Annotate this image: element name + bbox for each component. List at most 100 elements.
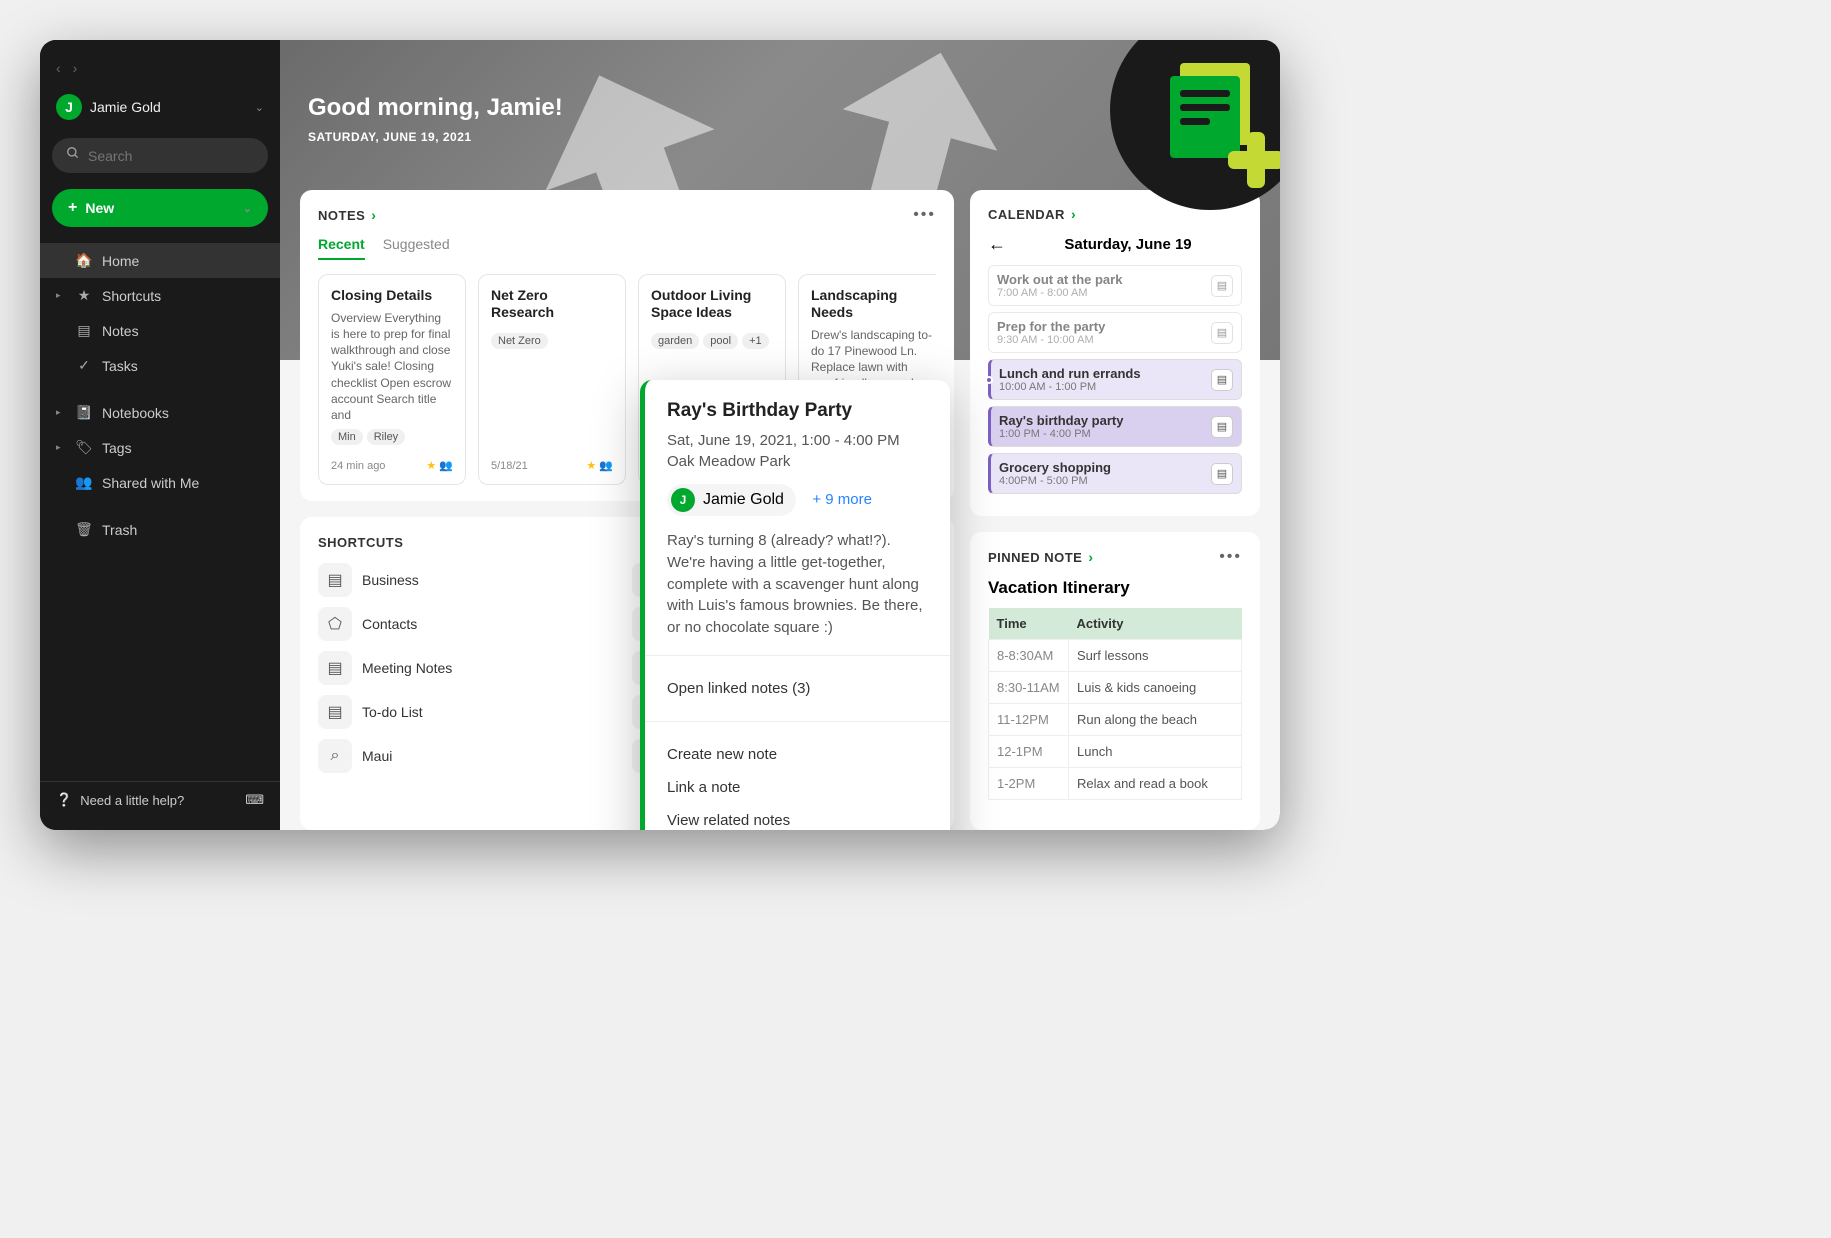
cell-activity: Surf lessons [1069, 640, 1242, 672]
note-link-icon[interactable]: ▤ [1211, 322, 1233, 344]
panel-title: PINNED NOTE [988, 550, 1082, 565]
calendar-event[interactable]: Lunch and run errands10:00 AM - 1:00 PM▤ [988, 359, 1242, 400]
sidebar-item-label: Home [102, 253, 139, 269]
table-row: 8:30-11AMLuis & kids canoeing [989, 672, 1242, 704]
chevron-right-icon[interactable]: › [1071, 206, 1076, 222]
more-attendees[interactable]: + 9 more [812, 491, 872, 508]
sidebar-item-shared[interactable]: 👥Shared with Me [40, 465, 280, 500]
user-menu[interactable]: J Jamie Gold ⌄ [40, 84, 280, 130]
note-link-icon[interactable]: ▤ [1211, 416, 1233, 438]
help-label: Need a little help? [80, 793, 184, 808]
tab-suggested[interactable]: Suggested [383, 236, 450, 260]
note-body [491, 355, 613, 452]
tag-icon: 🏷 [76, 439, 92, 456]
notebook-icon: 📓 [76, 404, 92, 421]
people-icon: 👥 [76, 474, 92, 491]
sidebar-item-shortcuts[interactable]: ▸★Shortcuts [40, 278, 280, 313]
attendee-chip[interactable]: J Jamie Gold [667, 484, 796, 516]
chevron-right-icon[interactable]: › [1088, 549, 1093, 565]
sidebar-item-notes[interactable]: ▤Notes [40, 313, 280, 348]
event-title: Work out at the park [997, 272, 1203, 287]
note-link-icon[interactable]: ▤ [1211, 463, 1233, 485]
star-icon: ★ [586, 459, 596, 472]
search-icon: ⌕ [318, 739, 352, 773]
action-related-notes[interactable]: View related notes [667, 804, 928, 830]
sidebar-item-tags[interactable]: ▸🏷Tags [40, 430, 280, 465]
sidebar-item-home[interactable]: 🏠Home [40, 243, 280, 278]
panel-title: NOTES [318, 208, 365, 223]
note-icon: ▤ [318, 651, 352, 685]
sidebar-item-notebooks[interactable]: ▸📓Notebooks [40, 395, 280, 430]
chevron-down-icon: ⌄ [243, 202, 252, 215]
event-time: 4:00PM - 5:00 PM [999, 475, 1203, 487]
check-icon: ✓ [76, 357, 92, 374]
pinned-note-panel: PINNED NOTE › ••• Vacation Itinerary Tim… [970, 532, 1260, 830]
keyboard-icon[interactable]: ⌨ [245, 792, 264, 808]
sidebar-item-tasks[interactable]: ✓Tasks [40, 348, 280, 383]
shortcut-item[interactable]: ⌕ Maui [318, 739, 622, 773]
search-input[interactable] [88, 148, 269, 164]
cell-time: 1-2PM [989, 768, 1069, 800]
shortcut-label: Meeting Notes [362, 660, 452, 676]
cal-back[interactable]: ← [988, 234, 1006, 255]
sidebar-item-label: Notes [102, 323, 139, 339]
note-card[interactable]: Closing Details Overview Everything is h… [318, 274, 466, 485]
calendar-panel: CALENDAR › ← Saturday, June 19 Work out … [970, 190, 1260, 516]
event-popup: Ray's Birthday Party Sat, June 19, 2021,… [640, 380, 950, 830]
shortcut-item[interactable]: ⬠Contacts [318, 607, 622, 641]
more-button[interactable]: ••• [1219, 548, 1242, 566]
note-icon: ▤ [318, 695, 352, 729]
search-icon [66, 146, 80, 165]
cell-activity: Luis & kids canoeing [1069, 672, 1242, 704]
star-icon: ★ [426, 459, 436, 472]
nav-back[interactable]: ‹ [56, 60, 61, 76]
plus-icon: + [68, 199, 77, 217]
tag: pool [703, 333, 738, 349]
cell-time: 12-1PM [989, 736, 1069, 768]
table-row: 11-12PMRun along the beach [989, 704, 1242, 736]
search-box[interactable] [52, 138, 268, 173]
itinerary-table: Time Activity 8-8:30AMSurf lessons8:30-1… [988, 608, 1242, 800]
shortcut-item[interactable]: ▤Business [318, 563, 622, 597]
calendar-event[interactable]: Prep for the party9:30 AM - 10:00 AM▤ [988, 312, 1242, 353]
open-linked-notes[interactable]: Open linked notes (3) [667, 672, 928, 705]
shortcut-item[interactable]: ▤ Meeting Notes [318, 651, 622, 685]
tag: Net Zero [491, 333, 548, 349]
tag-icon: ⬠ [318, 607, 352, 641]
tag: garden [651, 333, 699, 349]
note-link-icon[interactable]: ▤ [1211, 369, 1233, 391]
shortcut-label: Business [362, 572, 419, 588]
event-title: Lunch and run errands [999, 366, 1203, 381]
shortcut-label: Maui [362, 748, 392, 764]
event-time: 9:30 AM - 10:00 AM [997, 334, 1203, 346]
panel-title: CALENDAR [988, 207, 1065, 222]
more-button[interactable]: ••• [913, 206, 936, 224]
note-card[interactable]: Net Zero Research Net Zero 5/18/21★👥 [478, 274, 626, 485]
tag: Min [331, 429, 363, 445]
action-create-note[interactable]: Create new note [667, 738, 928, 771]
help-link[interactable]: ❔ Need a little help? ⌨ [40, 781, 280, 818]
shortcut-item[interactable]: ▤To-do List [318, 695, 622, 729]
event-title: Ray's birthday party [999, 413, 1203, 428]
sidebar-item-trash[interactable]: 🗑Trash [40, 512, 280, 547]
chevron-right-icon[interactable]: › [371, 207, 376, 223]
action-link-note[interactable]: Link a note [667, 771, 928, 804]
tab-recent[interactable]: Recent [318, 236, 365, 260]
cell-activity: Lunch [1069, 736, 1242, 768]
greeting: Good morning, Jamie! SATURDAY, JUNE 19, … [308, 94, 563, 144]
calendar-event[interactable]: Work out at the park7:00 AM - 8:00 AM▤ [988, 265, 1242, 306]
greeting-date: SATURDAY, JUNE 19, 2021 [308, 130, 563, 144]
note-link-icon[interactable]: ▤ [1211, 275, 1233, 297]
cell-activity: Run along the beach [1069, 704, 1242, 736]
new-button[interactable]: + New ⌄ [52, 189, 268, 227]
calendar-event[interactable]: Ray's birthday party1:00 PM - 4:00 PM▤ [988, 406, 1242, 447]
trash-icon: 🗑 [76, 521, 92, 538]
pinned-note-title: Vacation Itinerary [988, 578, 1242, 598]
sidebar-item-label: Notebooks [102, 405, 169, 421]
calendar-event[interactable]: Grocery shopping4:00PM - 5:00 PM▤ [988, 453, 1242, 494]
chevron-down-icon: ⌄ [255, 101, 264, 114]
plus-icon [1228, 132, 1280, 188]
avatar: J [671, 488, 695, 512]
nav-forward[interactable]: › [73, 60, 78, 76]
table-row: 12-1PMLunch [989, 736, 1242, 768]
